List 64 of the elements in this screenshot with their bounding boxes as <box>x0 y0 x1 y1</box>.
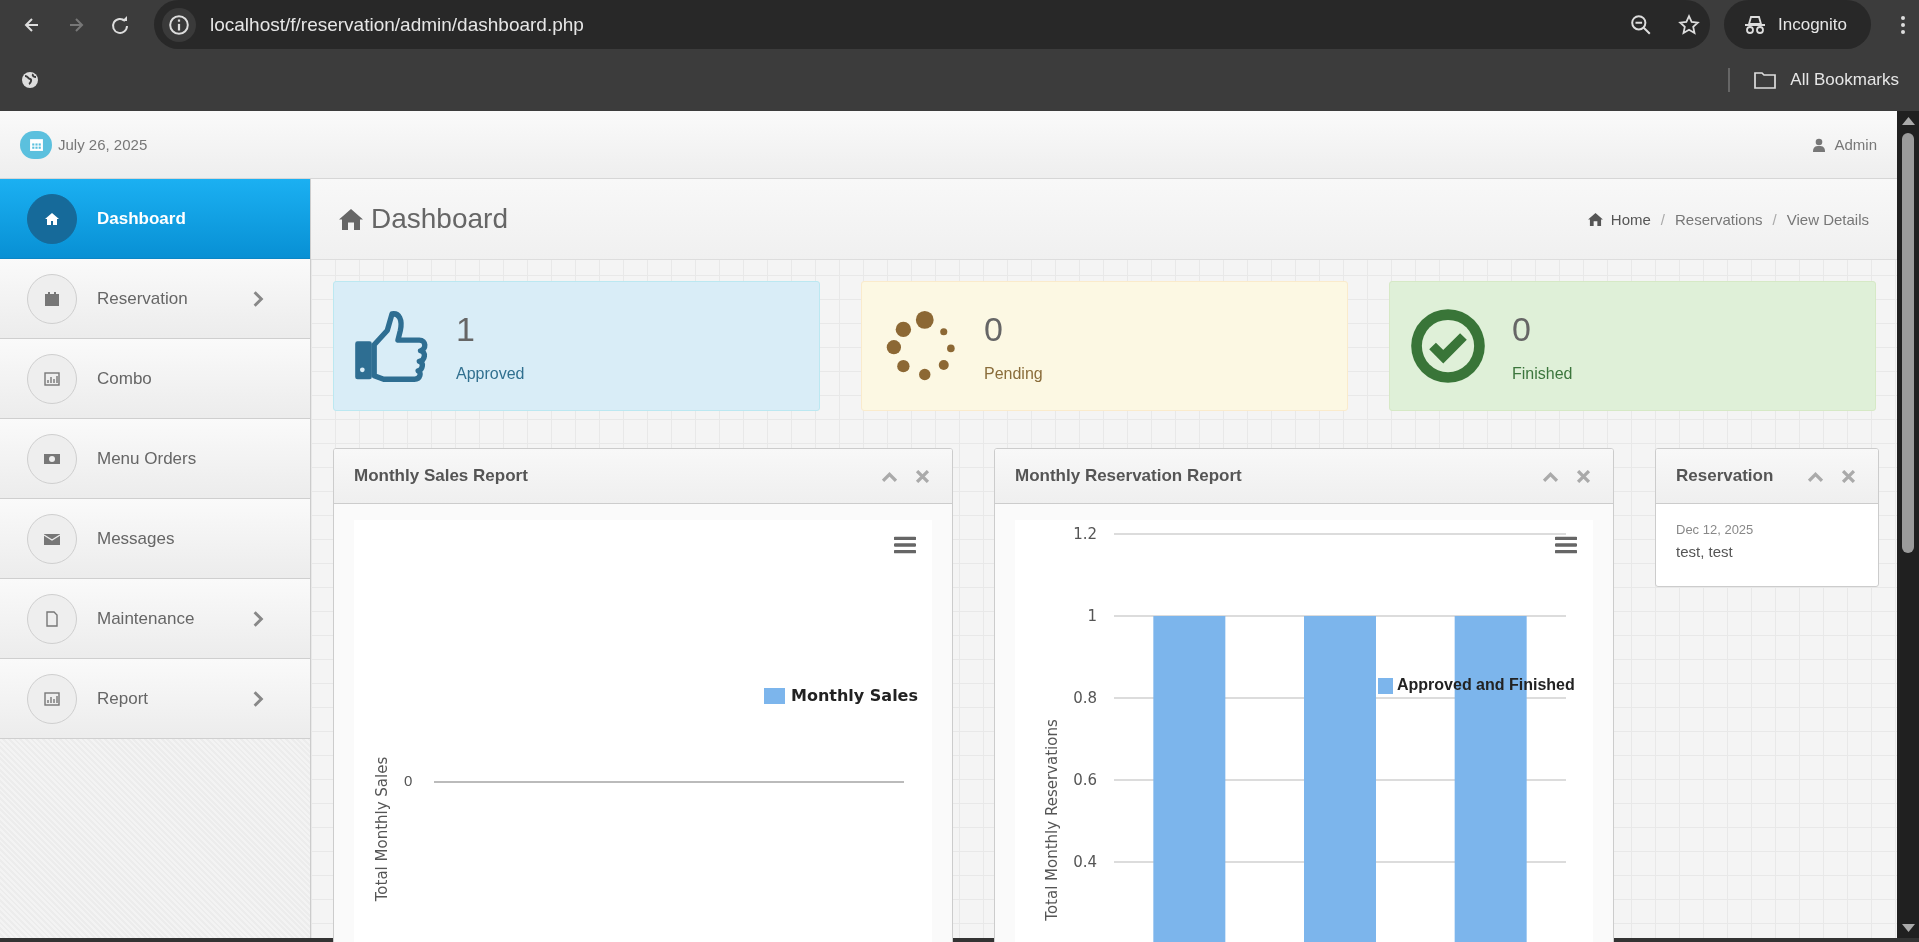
breadcrumb-link[interactable]: View Details <box>1786 210 1869 228</box>
thumbs-up-icon <box>354 308 430 384</box>
scroll-down-icon[interactable] <box>1901 924 1915 932</box>
all-bookmarks-button[interactable]: All Bookmarks <box>1754 69 1899 91</box>
sidebar-item[interactable]: Combo <box>0 339 310 419</box>
address-bar[interactable]: localhost/f/reservation/admin/dashboard.php <box>154 0 1710 49</box>
bar-chart-icon <box>27 353 77 404</box>
breadcrumb-link[interactable]: Home <box>1610 210 1651 228</box>
stat-value: 0 <box>1512 309 1532 349</box>
axis-tick-label: 1.2 <box>1073 525 1097 543</box>
entry-date: Dec 12, 2025 <box>1676 522 1755 537</box>
menu-icon[interactable] <box>1555 536 1577 554</box>
incognito-button[interactable]: Incognito <box>1724 0 1871 49</box>
panel-title: Reservation <box>1676 466 1775 486</box>
axis-tick-label: 1 <box>1087 607 1097 625</box>
entry-name: test, test <box>1676 543 1734 560</box>
axis-tick-label: 0.6 <box>1073 771 1097 789</box>
stat-value: 0 <box>984 309 1004 349</box>
axis-tick-label: 0 <box>404 772 413 789</box>
sidebar-item[interactable]: Dashboard <box>0 179 310 259</box>
home-icon <box>339 208 363 230</box>
sidebar-item[interactable]: Menu Orders <box>0 419 310 499</box>
menu-icon[interactable] <box>894 536 916 554</box>
axis-tick-label: 0.8 <box>1073 689 1097 707</box>
axis-tick-label: 0.4 <box>1073 853 1097 871</box>
breadcrumb-link[interactable]: Reservations <box>1675 210 1763 228</box>
panel-title: Monthly Sales Report <box>354 466 529 486</box>
reload-icon[interactable] <box>110 14 130 35</box>
calendar-icon <box>27 273 77 324</box>
check-circle-icon <box>1410 308 1486 384</box>
bar-chart-icon <box>27 673 77 724</box>
sidebar-item[interactable]: Maintenance <box>0 579 310 659</box>
home-icon <box>27 193 77 244</box>
stat-label: Finished <box>1512 364 1573 383</box>
breadcrumb-separator: / <box>1771 210 1778 228</box>
more-icon[interactable] <box>1899 14 1907 35</box>
star-icon[interactable] <box>1678 13 1700 36</box>
user-icon <box>1813 137 1826 152</box>
scrollbar-thumb[interactable] <box>1902 133 1914 553</box>
envelope-icon <box>27 513 77 564</box>
panel-title: Monthly Reservation Report <box>1015 466 1243 486</box>
document-icon <box>27 593 77 644</box>
calendar-icon <box>20 130 52 159</box>
folder-icon <box>1754 69 1777 91</box>
breadcrumb-separator: / <box>1659 210 1666 228</box>
sidebar-item[interactable]: Report <box>0 659 310 739</box>
axis-title: Total Monthly Reservations <box>1043 719 1061 921</box>
stat-label: Pending <box>984 364 1043 383</box>
current-date: July 26, 2025 <box>58 136 148 153</box>
banknote-icon <box>27 433 77 484</box>
zoom-out-icon[interactable] <box>1630 13 1652 36</box>
incognito-icon <box>1744 13 1766 36</box>
scroll-up-icon[interactable] <box>1901 117 1915 125</box>
info-icon[interactable] <box>162 7 196 42</box>
axis-title: Total Monthly Sales <box>372 755 391 904</box>
page-title: Dashboard <box>371 203 508 235</box>
sidebar-item[interactable]: Reservation <box>0 259 310 339</box>
home-icon <box>1587 212 1603 226</box>
chart-legend[interactable]: Monthly Sales <box>764 686 918 705</box>
stat-value: 1 <box>456 309 476 349</box>
user-menu[interactable]: Admin <box>1813 136 1877 153</box>
stat-label: Approved <box>456 364 525 383</box>
sidebar-item[interactable]: Messages <box>0 499 310 579</box>
globe-icon[interactable] <box>20 70 40 90</box>
